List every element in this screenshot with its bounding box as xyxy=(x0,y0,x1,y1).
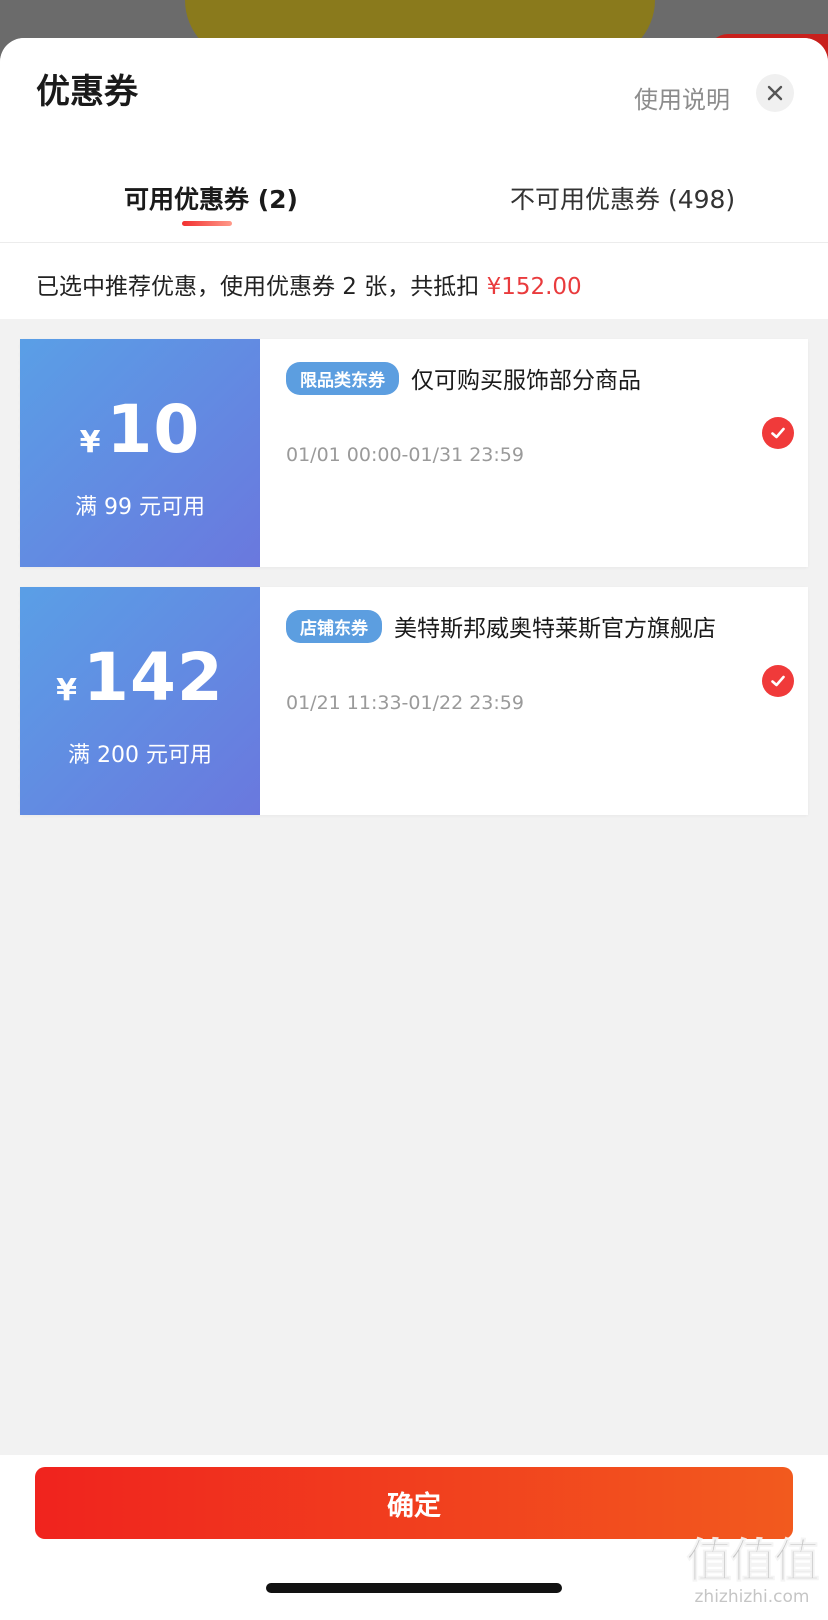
summary-text: 已选中推荐优惠，使用优惠券 2 张，共抵扣 xyxy=(36,274,487,300)
coupon-description: 美特斯邦威奥特莱斯官方旗舰店 xyxy=(394,616,716,642)
coupon-type-tag: 店铺东券 xyxy=(286,609,382,643)
tab-available-coupons[interactable]: 可用优惠券 (2) xyxy=(124,180,298,216)
currency-symbol: ¥ xyxy=(79,425,101,460)
coupon-value: 142 xyxy=(83,639,224,716)
close-button[interactable] xyxy=(756,74,794,112)
coupon-validity: 01/01 00:00-01/31 23:59 xyxy=(286,444,524,466)
coupon-card[interactable]: ¥ 142 满 200 元可用 店铺东券 美特斯邦威奥特莱斯官方旗舰店 01/2… xyxy=(16,587,808,815)
sheet-footer: 确定 值值值 zhizhizhi.com xyxy=(0,1455,828,1620)
page-title: 优惠券 xyxy=(36,72,138,112)
coupon-description: 仅可购买服饰部分商品 xyxy=(411,368,641,394)
site-watermark: 值值值 zhizhizhi.com xyxy=(686,1525,821,1608)
coupon-card[interactable]: ¥ 10 满 99 元可用 限品类东券 仅可购买服饰部分商品 01/01 00:… xyxy=(16,339,808,567)
currency-symbol: ¥ xyxy=(56,673,78,708)
coupon-validity: 01/21 11:33-01/22 23:59 xyxy=(286,692,524,714)
coupon-desc-row: 限品类东券 仅可购买服饰部分商品 xyxy=(286,361,808,395)
discount-summary: 已选中推荐优惠，使用优惠券 2 张，共抵扣 ¥152.00 xyxy=(0,243,828,319)
usage-instructions-link[interactable]: 使用说明 xyxy=(634,80,730,115)
watermark-url: zhizhizhi.com xyxy=(694,1587,810,1607)
tab-unavailable-coupons[interactable]: 不可用优惠券 (498) xyxy=(510,180,735,216)
coupon-value-panel: ¥ 10 满 99 元可用 xyxy=(16,339,260,567)
coupon-bottom-sheet: 优惠券 使用说明 可用优惠券 (2) 不可用优惠券 (498) 已选中推荐优惠，… xyxy=(0,38,828,1620)
coupon-value-panel: ¥ 142 满 200 元可用 xyxy=(16,587,260,815)
home-indicator xyxy=(266,1583,562,1593)
coupon-type-tag: 限品类东券 xyxy=(286,361,399,395)
coupon-details: 店铺东券 美特斯邦威奥特莱斯官方旗舰店 01/21 11:33-01/22 23… xyxy=(260,587,808,815)
coupon-amount: ¥ 142 xyxy=(20,639,260,716)
coupon-details: 限品类东券 仅可购买服饰部分商品 01/01 00:00-01/31 23:59 xyxy=(260,339,808,567)
coupon-threshold: 满 99 元可用 xyxy=(75,495,205,520)
sheet-header: 优惠券 使用说明 可用优惠券 (2) 不可用优惠券 (498) xyxy=(0,38,828,243)
coupon-desc-row: 店铺东券 美特斯邦威奥特莱斯官方旗舰店 xyxy=(286,609,808,643)
check-circle-icon xyxy=(771,675,785,687)
coupon-threshold: 满 200 元可用 xyxy=(68,743,212,768)
summary-amount: ¥152.00 xyxy=(486,274,582,300)
coupon-list: ¥ 10 满 99 元可用 限品类东券 仅可购买服饰部分商品 01/01 00:… xyxy=(0,319,828,815)
check-circle-icon xyxy=(771,427,785,439)
confirm-button[interactable]: 确定 xyxy=(35,1467,793,1539)
close-icon xyxy=(767,85,783,101)
coupon-select-checkbox[interactable] xyxy=(762,665,794,697)
coupon-value: 10 xyxy=(106,391,201,468)
active-tab-indicator xyxy=(182,221,232,226)
coupon-amount: ¥ 10 xyxy=(20,391,260,468)
coupon-select-checkbox[interactable] xyxy=(762,417,794,449)
watermark-logo: 值值值 xyxy=(686,1534,821,1589)
